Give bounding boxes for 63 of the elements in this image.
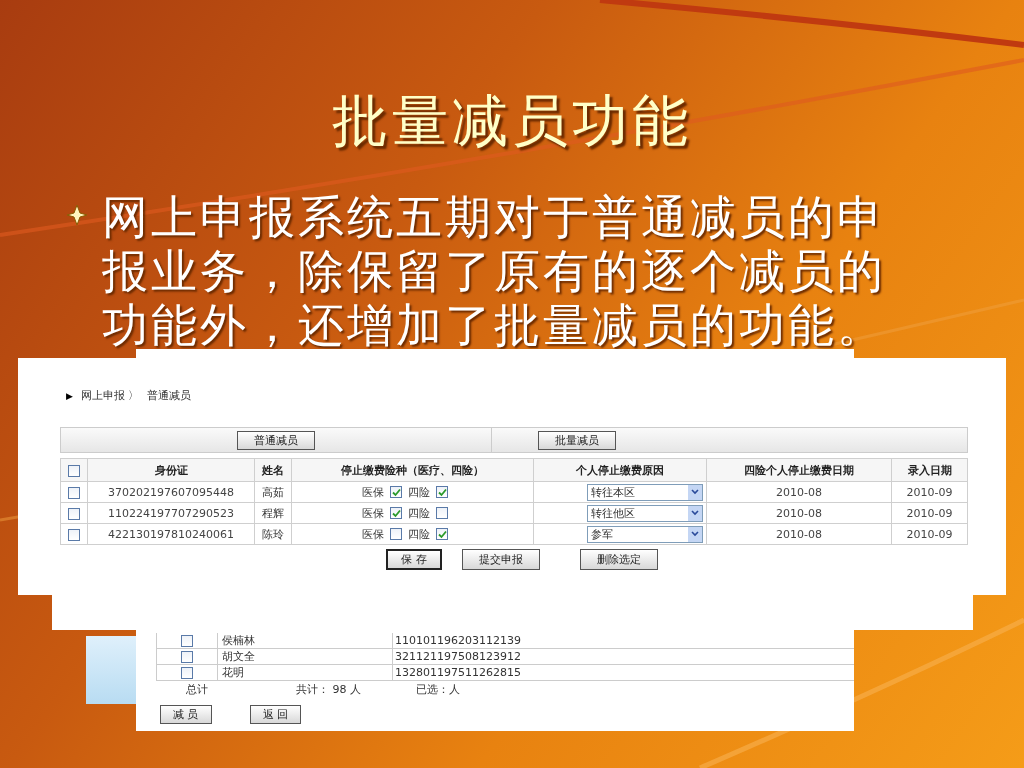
checkbox[interactable] [181,651,193,663]
table-cell: 110224197707290523 [108,506,234,520]
table-cell: 程辉 [262,506,284,520]
table-cell: 2010-08 [776,485,822,499]
checkbox[interactable] [436,486,448,498]
checkbox[interactable] [181,667,193,679]
action-button[interactable]: 删除选定 [580,549,658,570]
checkbox[interactable] [390,486,402,498]
table-cell: 侯楠林 [222,634,255,647]
diamond-bullet-icon [66,204,88,226]
breadcrumb-link[interactable]: 普通减员 [147,388,192,403]
breadcrumb-link[interactable]: 网上申报 〉 [80,388,140,403]
column-header: 四险个人停止缴费日期 [744,463,854,477]
checkbox[interactable] [68,464,80,477]
total-count: 共计： 98 人 [296,681,362,697]
reason-dropdown[interactable]: 参军 [587,525,703,543]
checkbox[interactable] [68,507,80,520]
action-button[interactable]: 减 员 [160,705,212,724]
checkbox-label: 医保 [362,484,384,500]
table-cell: 胡文全 [222,650,255,663]
bullet-text: 网上申报系统五期对于普通减员的申报业务，除保留了原有的逐个减员的功能外，还增加了批量减员的功能。 [102,190,887,352]
checkbox-label: 医保 [362,526,384,542]
checkbox[interactable] [390,528,402,540]
table-cell: 花明 [222,666,244,679]
table-cell: 422130197810240061 [108,527,234,541]
checkbox[interactable] [181,635,193,647]
table-cell: 132801197511262815 [395,666,521,679]
checkbox[interactable] [390,507,402,519]
selected-count: 已选：人 [416,681,460,697]
sidebar-fragment [86,636,138,704]
table-cell: 2010-09 [906,485,953,499]
checkbox[interactable] [68,486,80,499]
column-header: 停止缴费险种（医疗、四险） [341,463,484,477]
reason-dropdown[interactable]: 转往本区 [587,483,703,501]
action-button[interactable]: 提交申报 [462,549,540,570]
table-cell: 110101196203112139 [395,634,521,647]
column-header: 身份证 [154,463,188,477]
table-cell: 2010-09 [906,527,953,541]
checkbox[interactable] [68,528,80,541]
table-cell: 2010-08 [776,527,822,541]
column-header: 个人停止缴费原因 [576,463,664,477]
total-label: 总计 [186,681,209,697]
checkbox-label: 四险 [408,526,430,542]
checkbox-label: 四险 [408,505,430,521]
reason-dropdown[interactable]: 转往他区 [587,504,703,522]
table-cell: 370202197607095448 [108,485,234,499]
table-cell: 321121197508123912 [395,650,521,663]
slide-title: 批量减员功能 [331,87,693,155]
table-cell: 陈玲 [262,527,284,541]
checkbox[interactable] [436,528,448,540]
checkbox-label: 医保 [362,505,384,521]
table-cell: 2010-08 [776,506,822,520]
table-cell: 高茹 [262,485,284,499]
action-button[interactable]: 返 回 [249,705,301,724]
table-cell: 2010-09 [906,506,953,520]
action-button[interactable]: 保 存 [386,549,442,570]
checkbox-label: 四险 [408,484,430,500]
mode-button[interactable]: 普通减员 [236,430,315,450]
breadcrumb-arrow: ▶ [66,390,73,401]
mode-button[interactable]: 批量减员 [537,430,616,450]
column-header: 姓名 [262,463,284,477]
column-header: 录入日期 [907,463,952,477]
checkbox[interactable] [436,507,448,519]
